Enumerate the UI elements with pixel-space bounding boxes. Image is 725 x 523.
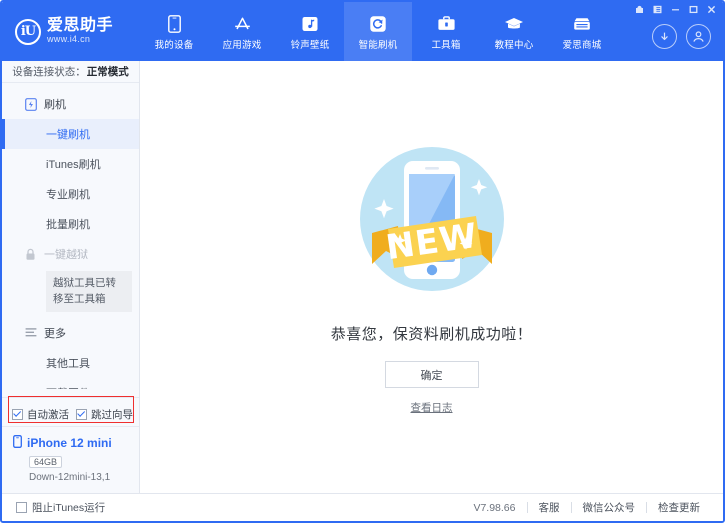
device-name: iPhone 12 mini: [27, 436, 112, 450]
nav-label: 智能刷机: [359, 37, 398, 51]
phone-small-icon: [13, 435, 22, 451]
sidebar-group-label: 刷机: [44, 96, 66, 112]
music-box-icon: [301, 14, 319, 33]
sidebar-item-download-firmware[interactable]: 下载固件: [2, 378, 139, 389]
menu-icon[interactable]: [652, 4, 663, 15]
status-label: 设备连接状态：: [12, 64, 86, 79]
graduation-cap-icon: [504, 14, 524, 33]
logo-title: 爱思助手: [47, 18, 113, 35]
checkbox-label: 自动激活: [27, 407, 69, 422]
window-controls: [634, 4, 717, 15]
status-bar: 阻止iTunes运行 V7.98.66 客服 微信公众号 检查更新: [2, 493, 723, 521]
nav-label: 我的设备: [155, 37, 194, 51]
application-window: iU 爱思助手 www.i4.cn 我的设备 应用游戏: [0, 0, 725, 523]
sidebar-group-label: 更多: [44, 325, 66, 341]
sidebar-item-batch-flash[interactable]: 批量刷机: [2, 209, 139, 239]
main-nav: 我的设备 应用游戏 铃声壁纸 智能刷机: [140, 2, 616, 61]
toolbox-icon: [437, 14, 456, 33]
sidebar-item-label: 一键刷机: [46, 126, 90, 142]
maximize-icon[interactable]: [688, 4, 699, 15]
checkbox-box: [76, 409, 87, 420]
jailbreak-tooltip: 越狱工具已转移至工具箱: [46, 271, 132, 311]
menu-lines-icon: [24, 326, 37, 339]
sidebar-group-jailbreak: 一键越狱: [2, 239, 139, 269]
nav-item-smart-flash[interactable]: 智能刷机: [344, 2, 412, 61]
content-area: 设备连接状态： 正常模式 刷机 一键刷机 iTunes刷机: [2, 61, 723, 493]
sidebar-group-more[interactable]: 更多: [2, 318, 139, 348]
footer-link-check-update[interactable]: 检查更新: [647, 500, 711, 515]
lock-icon: [24, 248, 37, 261]
nav-label: 教程中心: [495, 37, 534, 51]
nav-label: 铃声壁纸: [291, 37, 330, 51]
appstore-icon: [233, 14, 252, 33]
sidebar-item-one-key-flash[interactable]: 一键刷机: [2, 119, 139, 149]
success-message: 恭喜您，保资料刷机成功啦！: [331, 323, 533, 344]
sidebar-item-pro-flash[interactable]: 专业刷机: [2, 179, 139, 209]
store-icon: [572, 14, 592, 33]
checkbox-auto-activate[interactable]: 自动激活: [12, 407, 69, 422]
skin-icon[interactable]: [634, 4, 645, 15]
device-model: Down-12mini-13,1: [29, 472, 139, 483]
sidebar-menu: 刷机 一键刷机 iTunes刷机 专业刷机 批量刷机: [2, 83, 139, 389]
connected-device-info[interactable]: iPhone 12 mini 64GB Down-12mini-13,1: [2, 426, 139, 493]
sidebar-item-label: 批量刷机: [46, 216, 90, 232]
device-connection-status: 设备连接状态： 正常模式: [2, 61, 139, 83]
nav-item-my-device[interactable]: 我的设备: [140, 2, 208, 61]
new-phone-badge-illustration: NEW: [342, 133, 522, 311]
status-value: 正常模式: [87, 64, 129, 79]
sidebar-item-label: iTunes刷机: [46, 156, 101, 172]
footer-link-support[interactable]: 客服: [528, 500, 571, 515]
footer-link-wechat[interactable]: 微信公众号: [572, 500, 647, 515]
view-log-link[interactable]: 查看日志: [411, 400, 453, 415]
sidebar-group-label: 一键越狱: [44, 246, 88, 262]
sidebar-item-label: 专业刷机: [46, 186, 90, 202]
device-capacity-badge: 64GB: [29, 456, 62, 468]
checkbox-label: 阻止iTunes运行: [32, 500, 105, 515]
nav-label: 工具箱: [431, 37, 460, 51]
main-panel: NEW 恭喜您，保资料刷机成功啦！ 确定 查看日志: [140, 61, 723, 493]
refresh-icon: [369, 14, 387, 33]
nav-item-toolbox[interactable]: 工具箱: [412, 2, 480, 61]
flash-device-icon: [24, 98, 37, 111]
title-bar: iU 爱思助手 www.i4.cn 我的设备 应用游戏: [2, 2, 723, 61]
footer-links: V7.98.66 客服 微信公众号 检查更新: [462, 500, 711, 515]
app-logo: iU 爱思助手 www.i4.cn: [2, 2, 140, 61]
checkbox-box: [16, 502, 27, 513]
flash-options: 自动激活 跳过向导: [2, 402, 139, 426]
sidebar: 设备连接状态： 正常模式 刷机 一键刷机 iTunes刷机: [2, 61, 140, 493]
logo-url: www.i4.cn: [47, 35, 113, 44]
nav-item-tutorial-center[interactable]: 教程中心: [480, 2, 548, 61]
sidebar-divider: [2, 397, 139, 398]
sidebar-item-other-tools[interactable]: 其他工具: [2, 348, 139, 378]
download-circle-icon[interactable]: [652, 24, 677, 49]
sidebar-group-flash[interactable]: 刷机: [2, 89, 139, 119]
nav-item-store[interactable]: 爱思商城: [548, 2, 616, 61]
checkbox-box: [12, 409, 23, 420]
sidebar-item-label: 其他工具: [46, 355, 90, 371]
checkbox-block-itunes[interactable]: 阻止iTunes运行: [16, 500, 105, 515]
user-circle-icon[interactable]: [686, 24, 711, 49]
logo-mark-icon: iU: [15, 19, 41, 45]
nav-item-apps-games[interactable]: 应用游戏: [208, 2, 276, 61]
checkbox-skip-wizard[interactable]: 跳过向导: [76, 407, 133, 422]
confirm-button[interactable]: 确定: [385, 361, 479, 388]
sidebar-item-itunes-flash[interactable]: iTunes刷机: [2, 149, 139, 179]
nav-item-ringtones-wallpaper[interactable]: 铃声壁纸: [276, 2, 344, 61]
checkbox-label: 跳过向导: [91, 407, 133, 422]
nav-label: 应用游戏: [223, 37, 262, 51]
phone-icon: [168, 14, 181, 33]
minimize-icon[interactable]: [670, 4, 681, 15]
close-icon[interactable]: [706, 4, 717, 15]
app-version: V7.98.66: [462, 502, 526, 514]
nav-label: 爱思商城: [563, 37, 602, 51]
